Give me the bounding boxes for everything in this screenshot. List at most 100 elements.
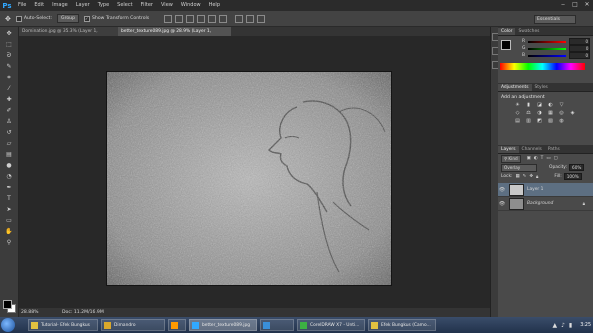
threshold-icon[interactable]: ◩ (536, 118, 543, 124)
align-top-icon[interactable] (164, 14, 173, 23)
show-transform-checkbox[interactable] (84, 15, 91, 22)
layer-kind-filter[interactable]: ⚲ Kind (501, 154, 521, 163)
menu-view[interactable]: View (157, 0, 177, 11)
fill-value[interactable]: 100% (563, 173, 582, 180)
hand-tool-icon[interactable]: ✋ (3, 227, 15, 236)
network-icon[interactable]: ▲ (552, 322, 557, 329)
pen-tool-icon[interactable]: ✒ (3, 183, 15, 192)
menu-file[interactable]: File (14, 0, 30, 11)
filter-type-icon[interactable]: T (541, 156, 544, 161)
move-tool-icon[interactable]: ✥ (3, 29, 15, 38)
curves-icon[interactable]: ◪ (536, 102, 543, 108)
filter-adjust-icon[interactable]: ◐ (534, 156, 538, 161)
gradient-tool-icon[interactable]: ▤ (3, 150, 15, 159)
photo-filter-icon[interactable]: ▦ (547, 110, 554, 116)
brightness-contrast-icon[interactable]: ☀ (514, 102, 521, 108)
vibrance-icon[interactable]: ▽ (558, 102, 565, 108)
lock-position-icon[interactable]: ✥ (529, 174, 533, 179)
healing-tool-icon[interactable]: ✚ (3, 95, 15, 104)
document-tab[interactable]: Domination.jpg @ 35.3% (Layer 1, RGB/8#)… (19, 27, 120, 43)
crop-tool-icon[interactable]: ⌗ (3, 73, 15, 82)
dodge-tool-icon[interactable]: ◔ (3, 172, 15, 181)
opacity-value[interactable]: 60% (569, 164, 585, 171)
blue-slider[interactable] (528, 54, 567, 57)
move-tool-icon[interactable]: ✥ (5, 15, 11, 23)
quick-select-tool-icon[interactable]: ✎ (3, 62, 15, 71)
layer-row[interactable]: 👁︎ Layer 1 (498, 183, 593, 197)
menu-window[interactable]: Window (177, 0, 205, 11)
menu-filter[interactable]: Filter (137, 0, 157, 11)
distribute-icon[interactable] (257, 14, 266, 23)
battery-icon[interactable]: ▮ (569, 322, 572, 329)
align-left-icon[interactable] (197, 14, 206, 23)
align-middle-icon[interactable] (175, 14, 184, 23)
eye-icon[interactable]: 👁︎ (498, 201, 506, 207)
align-right-icon[interactable] (219, 14, 228, 23)
menu-select[interactable]: Select (113, 0, 136, 11)
clock[interactable]: 3:25 (580, 323, 591, 328)
maximize-icon[interactable]: □ (571, 1, 579, 9)
shape-tool-icon[interactable]: ▭ (3, 216, 15, 225)
eraser-tool-icon[interactable]: ▱ (3, 139, 15, 148)
color-balance-icon[interactable]: ⚖ (525, 110, 532, 116)
taskbar-item[interactable]: Efek Bungkus (Camo... (368, 319, 436, 331)
invert-icon[interactable]: ▤ (514, 118, 521, 124)
layer-name[interactable]: Background (527, 201, 553, 206)
tab-adjustments[interactable]: Adjustments (498, 84, 532, 91)
menu-edit[interactable]: Edit (30, 0, 48, 11)
layer-name[interactable]: Layer 1 (527, 187, 543, 192)
tab-color[interactable]: Color (498, 28, 516, 35)
start-button[interactable] (1, 318, 15, 332)
foreground-color-swatch[interactable] (3, 300, 12, 309)
hue-saturation-icon[interactable]: ◇ (514, 110, 521, 116)
distribute-icon[interactable] (235, 14, 244, 23)
red-value[interactable]: 0 (569, 38, 591, 45)
blend-mode-dropdown[interactable]: Overlay (501, 163, 537, 172)
levels-icon[interactable]: ▮ (525, 102, 532, 108)
lock-transparent-icon[interactable]: ▦ (516, 174, 520, 179)
clone-stamp-tool-icon[interactable]: ♙ (3, 117, 15, 126)
volume-icon[interactable]: ♪ (561, 322, 565, 329)
lasso-tool-icon[interactable]: ᘐ (3, 51, 15, 60)
auto-select-dropdown[interactable]: Group (57, 14, 80, 23)
layer-row[interactable]: 👁︎ Background 🔒︎ (498, 197, 593, 211)
document-canvas-image[interactable] (106, 71, 392, 286)
eyedropper-tool-icon[interactable]: ⁄ (3, 84, 15, 93)
minimize-icon[interactable]: ‒ (559, 1, 567, 9)
align-bottom-icon[interactable] (186, 14, 195, 23)
eye-icon[interactable]: 👁︎ (498, 187, 506, 193)
workspace-dropdown[interactable]: Essentials (534, 15, 576, 24)
lock-all-icon[interactable]: 🔒︎ (536, 174, 538, 180)
tab-paths[interactable]: Paths (545, 146, 563, 153)
auto-select-checkbox[interactable] (15, 15, 22, 22)
show-transform-option[interactable]: Show Transform Controls (84, 15, 149, 22)
history-brush-tool-icon[interactable]: ↺ (3, 128, 15, 137)
blue-value[interactable]: 0 (569, 52, 591, 59)
menu-help[interactable]: Help (205, 0, 224, 11)
exposure-icon[interactable]: ◐ (547, 102, 554, 108)
blur-tool-icon[interactable]: ● (3, 161, 15, 170)
menu-type[interactable]: Type (94, 0, 113, 11)
brush-tool-icon[interactable]: ✐ (3, 106, 15, 115)
tab-channels[interactable]: Channels (519, 146, 545, 153)
zoom-tool-icon[interactable]: ⚲ (3, 238, 15, 247)
auto-select-option[interactable]: Auto-Select: (15, 15, 52, 22)
path-select-tool-icon[interactable]: ➤ (3, 205, 15, 214)
foreground-color-swatch[interactable] (501, 40, 511, 50)
close-icon[interactable]: ✕ (583, 1, 591, 9)
filter-smart-icon[interactable]: ▢ (553, 156, 557, 161)
lock-pixels-icon[interactable]: ✎ (523, 174, 527, 179)
color-swatches[interactable] (3, 300, 16, 313)
tab-layers[interactable]: Layers (498, 146, 519, 153)
tab-styles[interactable]: Styles (532, 84, 551, 91)
distribute-icon[interactable] (246, 14, 255, 23)
menu-layer[interactable]: Layer (72, 0, 94, 11)
filter-pixel-icon[interactable]: ▣ (527, 156, 531, 161)
document-tab-active[interactable]: better_texture089.jpg @ 28.9% (Layer 1, … (118, 27, 231, 43)
filter-shape-icon[interactable]: ▭ (546, 156, 550, 161)
type-tool-icon[interactable]: T (3, 194, 15, 203)
taskbar-item[interactable] (260, 319, 294, 331)
selective-color-icon[interactable]: ◍ (558, 118, 565, 124)
taskbar-item-active[interactable]: better_texture089.jpg (189, 319, 257, 331)
red-slider[interactable] (528, 40, 567, 43)
